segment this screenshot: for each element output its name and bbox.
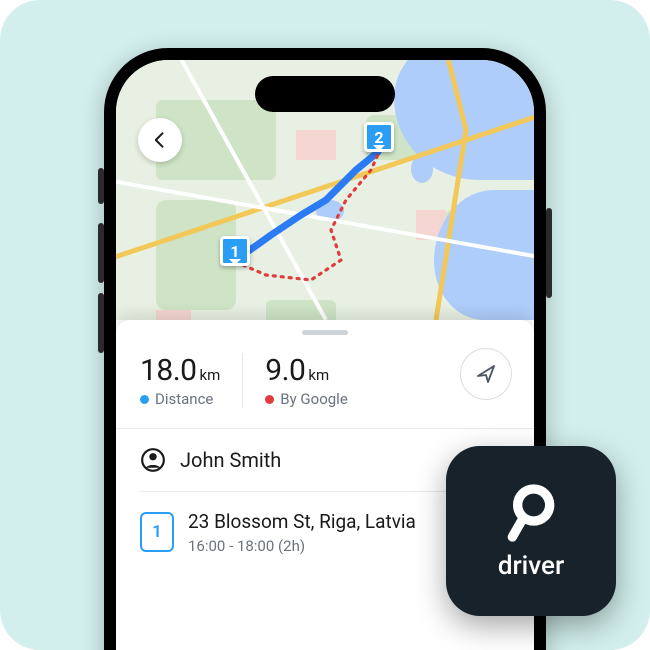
- map-marker-1[interactable]: 1: [220, 236, 250, 266]
- google-unit: km: [308, 366, 329, 384]
- google-label: By Google: [280, 390, 348, 408]
- stat-google: 9.0km By Google: [242, 353, 370, 408]
- driver-logo-icon: [499, 481, 563, 545]
- phone-power-button: [546, 208, 552, 298]
- promo-card: 1 2 18.0km Distance 9.0km By Google: [0, 0, 650, 650]
- stop-index-badge: 1: [140, 512, 174, 552]
- stats-row: 18.0km Distance 9.0km By Google: [140, 353, 510, 408]
- navigate-button[interactable]: [460, 348, 512, 400]
- arrow-left-icon: [150, 130, 170, 150]
- stop-time: 16:00 - 18:00 (2h): [188, 537, 416, 555]
- distance-unit: km: [200, 366, 221, 384]
- phone-volume-up: [98, 223, 104, 283]
- google-value: 9.0: [265, 353, 305, 388]
- phone-volume-down: [98, 293, 104, 353]
- stop-address: 23 Blossom St, Riga, Latvia: [188, 510, 416, 534]
- person-icon: [140, 447, 166, 473]
- distance-value: 18.0: [140, 353, 197, 388]
- google-dot-icon: [265, 395, 274, 404]
- navigate-icon: [474, 362, 498, 386]
- dynamic-island: [255, 76, 395, 112]
- driver-app-badge[interactable]: driver: [446, 446, 616, 616]
- user-name: John Smith: [180, 448, 281, 472]
- driver-badge-label: driver: [498, 551, 564, 581]
- distance-dot-icon: [140, 395, 149, 404]
- stat-distance: 18.0km Distance: [140, 353, 242, 408]
- sheet-drag-handle[interactable]: [302, 330, 348, 335]
- phone-silent-switch: [98, 168, 104, 204]
- map-marker-2[interactable]: 2: [364, 122, 394, 152]
- back-button[interactable]: [138, 118, 182, 162]
- distance-label: Distance: [155, 390, 213, 408]
